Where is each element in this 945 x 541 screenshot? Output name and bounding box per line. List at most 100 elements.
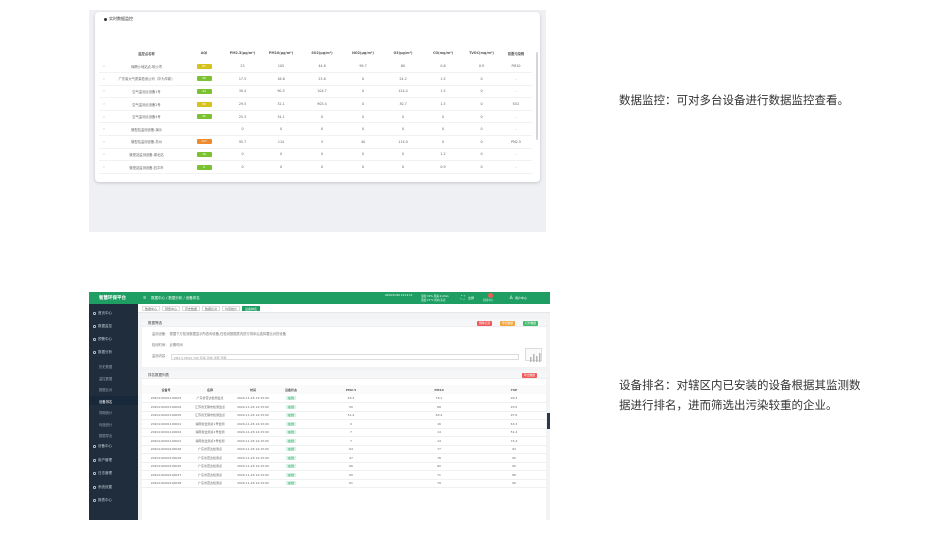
user-center-label[interactable]: 用户中心 bbox=[515, 296, 527, 300]
tab[interactable]: 均值统计 bbox=[222, 306, 241, 311]
table-row[interactable]: 2020110002100025 广东省雷达检测点 2020-11-26 14:15… bbox=[142, 462, 546, 471]
sidebar-item[interactable]: 系统设置 bbox=[93, 485, 112, 490]
value-cell: 0 bbox=[301, 110, 343, 124]
table-row[interactable]: › 空气监测点设备4号 40 25.3 34.1 0 0 0 0 0- bbox=[99, 110, 532, 124]
sidebar-subitem[interactable]: 监控数据 bbox=[99, 376, 112, 381]
aqi-standard-button[interactable]: 中国空气质量新标准(GB3095-2012)AQI标准 bbox=[98, 26, 153, 32]
column-header[interactable]: CO(mg/m³) bbox=[423, 46, 463, 60]
table-row[interactable]: 2020110001100005 江苏省无锡市检测监点 2020-11-26 14:… bbox=[142, 411, 546, 420]
export-table-button[interactable]: 导出数据 bbox=[522, 372, 538, 378]
sidebar-subitem[interactable]: 历史数据 bbox=[99, 364, 112, 369]
column-header[interactable]: 时间 bbox=[230, 385, 276, 394]
table-row[interactable]: 2020110002100029 广东省雷达检测点 2020-11-26 14:15… bbox=[142, 453, 546, 463]
table-row[interactable]: › 空气监测点设备1号 44 30.4 90.5 104.7 0 124.4 1.5 0- bbox=[99, 85, 532, 99]
value-cell: SO2 bbox=[500, 97, 532, 111]
column-header[interactable]: PM2.5(μg/m³) bbox=[224, 46, 261, 60]
page-scrollbar[interactable] bbox=[547, 413, 550, 429]
column-header[interactable]: AQI bbox=[184, 46, 224, 60]
notification-badge-icon[interactable] bbox=[488, 292, 493, 298]
sidebar-item[interactable]: 日志管理 bbox=[93, 471, 112, 476]
expand-cell[interactable]: › bbox=[99, 97, 109, 111]
user-icon[interactable]: ♙ bbox=[509, 295, 513, 301]
column-header[interactable]: TVOC(mg/m³) bbox=[463, 46, 500, 60]
column-header[interactable]: PM2.5 bbox=[306, 385, 396, 394]
tab[interactable]: 数据中心 bbox=[142, 306, 161, 311]
bar-chart-icon[interactable] bbox=[525, 348, 542, 362]
sidebar-item[interactable]: 预警中心 bbox=[93, 337, 112, 342]
filter-content-input[interactable]: PM2.5 PM10 TSP 风速 风向 温度 湿度 bbox=[171, 354, 519, 360]
table-row[interactable]: 2020110001100001 湖南省监测点1号检测 2020-11-26 14:… bbox=[142, 419, 546, 429]
column-header[interactable]: 监控点名称 bbox=[109, 46, 184, 60]
sidebar-subitem[interactable]: 数据导出 bbox=[99, 433, 112, 438]
column-header[interactable]: PM10(μg/m³) bbox=[261, 46, 301, 60]
sidebar-item[interactable]: 首页中心 bbox=[93, 311, 112, 316]
aqi-cell: 40 bbox=[184, 110, 224, 124]
filter-row-time: 检测时间： 近期时间 bbox=[152, 343, 183, 347]
filter-time-value[interactable]: 近期时间 bbox=[170, 343, 183, 347]
table-row[interactable]: › 微型站监测设备-演示 0 0 0 0 0 0 0- bbox=[99, 122, 532, 137]
tab[interactable]: 历史数据 bbox=[182, 306, 201, 311]
table-row[interactable]: 2020110001100002 湖南省监测点2号检测 2020-11-26 14:… bbox=[142, 428, 546, 437]
top-bar: 智慧环保平台 ☰ 数据中心 / 数据分析 / 设备排名 2020/11/26 1… bbox=[89, 292, 550, 304]
table-row[interactable]: 2020110002100028 广东省雷达检测点 2020-11-26 14:15… bbox=[142, 479, 546, 488]
sidebar-subitem[interactable]: 均值统计 bbox=[99, 422, 112, 427]
tab[interactable]: 预警中心 bbox=[162, 306, 181, 311]
column-header[interactable]: SO2(μg/m³) bbox=[301, 46, 343, 60]
column-header[interactable]: 设备状态 bbox=[276, 385, 306, 394]
column-header[interactable]: 设备号 bbox=[142, 385, 190, 394]
sidebar-item[interactable]: 设备中心 bbox=[93, 444, 112, 449]
delete-record-button[interactable]: 删除记录 bbox=[477, 320, 493, 326]
column-header[interactable]: O3(μg/m³) bbox=[383, 46, 423, 60]
export-data-button[interactable]: 导出数据 bbox=[500, 320, 516, 326]
fullscreen-icon[interactable]: ⛶ bbox=[461, 295, 465, 301]
tab[interactable]: 数据比对 bbox=[202, 306, 221, 311]
expand-cell[interactable]: › bbox=[99, 72, 109, 86]
expand-cell[interactable]: › bbox=[99, 122, 109, 137]
tab[interactable]: 设备排名 bbox=[242, 306, 261, 311]
value-cell: 90.5 bbox=[261, 85, 301, 99]
table-row[interactable]: 2020110001100001 湖南省监测点3号检测 2020-11-26 14:… bbox=[142, 436, 546, 446]
monitor-icon bbox=[93, 325, 96, 328]
column-header[interactable]: 名称 bbox=[190, 385, 230, 394]
expand-cell[interactable]: › bbox=[99, 160, 109, 174]
sidebar-item[interactable]: 数据监控 bbox=[93, 324, 112, 329]
sidebar-subitem[interactable]: 同期统计 bbox=[99, 410, 112, 415]
table-row[interactable]: › 广东省大气质量检测公司（华为华新） 26 17.5 16.6 23.8 0 24.2 1.5… bbox=[99, 72, 532, 86]
print-data-button[interactable]: 打印数据 bbox=[523, 320, 539, 326]
column-header[interactable]: NO2(μg/m³) bbox=[343, 46, 383, 60]
sidebar-subitem[interactable]: 设备排名 bbox=[99, 399, 112, 404]
hourly-table-button[interactable]: 小时值数据表格 bbox=[156, 26, 186, 32]
monitor-table: 监控点名称 AQI PM2.5(μg/m³) PM10(μg/m³) SO2(μg/m³… bbox=[99, 46, 532, 174]
sidebar-item[interactable]: 报表中心 bbox=[93, 498, 112, 503]
column-header[interactable]: PM10 bbox=[396, 385, 482, 394]
sidebar-item[interactable]: 数据分析 bbox=[93, 350, 112, 355]
table-cell: 97.6 bbox=[482, 411, 546, 420]
filter-device-value: 根据下方检测数据显示所查询设备,在检测数据表内进行排序后选择要比对的设备 bbox=[169, 332, 286, 336]
column-header[interactable]: 首要污染物 bbox=[500, 46, 532, 60]
expand-cell[interactable]: › bbox=[99, 85, 109, 99]
expand-cell[interactable]: › bbox=[99, 135, 109, 149]
expand-cell[interactable]: › bbox=[99, 110, 109, 124]
table-row[interactable]: 2020110001100003 广东省雷达检测监点 2020-11-26 14:1… bbox=[142, 394, 546, 403]
expand-cell[interactable]: › bbox=[99, 60, 109, 74]
column-header[interactable]: TSP bbox=[482, 385, 546, 394]
news-center-label[interactable]: 新闻中心 bbox=[483, 298, 493, 302]
expand-cell[interactable]: › bbox=[99, 148, 109, 162]
sidebar-subitem[interactable]: 数据比对 bbox=[99, 387, 112, 392]
monitor-scrollbar[interactable] bbox=[536, 52, 538, 140]
table-row[interactable]: › 微型站监测设备-湖北站 16 0 0 0 0 0 1.2 0- bbox=[99, 148, 532, 162]
table-row[interactable]: 2020110001100004 江苏省无锡市检测监点 2020-11-26 14:… bbox=[142, 402, 546, 412]
table-row[interactable]: › 微型站监测设备-苏州 127 95.7 114 5 40 114.0 0 0 PM2.5 bbox=[99, 135, 532, 149]
table-row[interactable]: 2020110002100027 广东省雷达检测点 2020-11-26 14:15… bbox=[142, 470, 546, 480]
value-cell: 25.3 bbox=[224, 110, 261, 124]
table-row[interactable]: › 空气监测点设备2号 56 29.5 32.1 905.4 0 30.7 1.5 0 SO2 bbox=[99, 97, 532, 111]
table-row[interactable]: › 辉腾沙地站点-响沙湾 87 23 105 44.8 99.7 60 0.6 0.9 PM10 bbox=[99, 60, 532, 74]
menu-toggle-icon[interactable]: ☰ bbox=[143, 296, 146, 300]
status-badge: 在线 bbox=[286, 455, 296, 460]
table-row[interactable]: › 微型站监测设备-四平市 0 0 0 0 0 0 0.9 0- bbox=[99, 160, 532, 174]
sidebar-item[interactable]: 用户管理 bbox=[93, 458, 112, 463]
fullscreen-label[interactable]: 全屏 bbox=[468, 296, 474, 300]
table-row[interactable]: 2020110002100026 广东省雷达检测点 2020-11-26 14:15… bbox=[142, 445, 546, 454]
monitor-card: 实时数据监控 中国空气质量新标准(GB3095-2012)AQI标准 小时值数据… bbox=[95, 12, 540, 182]
table-cell: 7 bbox=[306, 436, 396, 446]
